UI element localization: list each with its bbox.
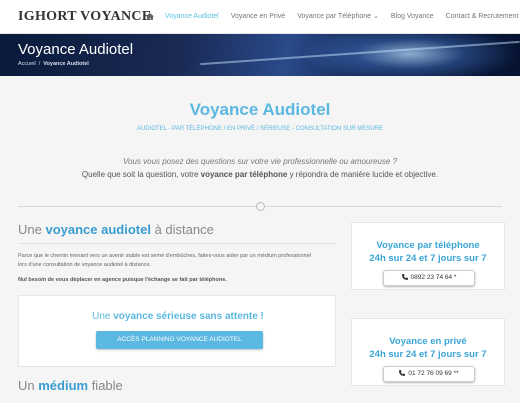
phone-icon	[399, 370, 406, 377]
planning-button[interactable]: ACCÈS PLANNING VOYANCE AUDIOTEL	[96, 331, 263, 349]
section-heading: Une voyance audiotel à distance	[18, 222, 336, 237]
divider-circle-icon	[256, 202, 265, 211]
audiotel-section: Une voyance audiotel à distance Parce qu…	[18, 222, 336, 283]
section-heading-pre: Une	[18, 222, 46, 237]
phone-card-hours: 24h sur 24 et 7 jours sur 7	[369, 253, 487, 264]
cta-title: Une voyance sérieuse sans attente !	[19, 311, 337, 322]
phone-number-button[interactable]: 0892 23 74 64 *	[383, 270, 475, 286]
intro-question: Vous vous posez des questions sur votre …	[122, 157, 398, 166]
page-title: Voyance Audiotel	[18, 41, 134, 58]
phone-card-title-line: Voyance par téléphone	[376, 240, 480, 251]
breadcrumb: Accueil / Voyance Audiotel	[18, 61, 89, 67]
private-card: Voyance en privé 24h sur 24 et 7 jours su…	[351, 318, 505, 386]
intro-answer: Quelle que soit la question, votre voyan…	[0, 170, 520, 179]
home-icon[interactable]	[146, 12, 154, 20]
heading-rule	[18, 243, 336, 244]
medium-heading: Un médium fiable	[18, 378, 123, 393]
phone-icon	[401, 274, 408, 281]
intro-answer-start: Quelle que soit la question, votre	[81, 170, 201, 179]
cta-box: Une voyance sérieuse sans attente ! ACCÈ…	[18, 295, 336, 367]
private-card-title-line: Voyance en privé	[389, 336, 467, 347]
nav-contact[interactable]: Contact & Recrutement	[446, 13, 519, 20]
breadcrumb-separator: /	[38, 61, 41, 67]
nav-blog-voyance[interactable]: Blog Voyance	[391, 13, 434, 20]
phone-number: 0892 23 74 64 *	[410, 274, 457, 281]
breadcrumb-current: Voyance Audiotel	[43, 61, 89, 67]
nav-voyance-telephone[interactable]: Voyance par Téléphone ⌄	[297, 12, 379, 20]
medium-heading-post: fiable	[88, 378, 123, 393]
nav-voyance-telephone-label: Voyance par Téléphone	[297, 13, 372, 20]
chevron-down-icon: ⌄	[372, 13, 379, 20]
medium-heading-bold: médium	[38, 378, 89, 393]
top-navbar: IGHORT VOYANCE Voyance Audiotel Voyance …	[0, 0, 520, 34]
phone-card-title: Voyance par téléphone 24h sur 24 et 7 jou…	[352, 239, 504, 265]
intro-answer-end: y répondra de manière lucide et objectiv…	[287, 170, 439, 179]
breadcrumb-home[interactable]: Accueil	[18, 61, 36, 67]
section-heading-post: à distance	[150, 222, 214, 237]
cta-title-bold: voyance sérieuse sans attente !	[113, 311, 264, 322]
intro-answer-bold: voyance par téléphone	[200, 170, 288, 179]
nav-voyance-audiotel[interactable]: Voyance Audiotel	[165, 13, 219, 20]
hero-banner: Voyance Audiotel Accueil / Voyance Audiote…	[0, 34, 520, 76]
site-logo[interactable]: IGHORT VOYANCE	[18, 9, 151, 25]
private-number-button[interactable]: 01 72 76 09 69 **	[383, 366, 475, 382]
section-paragraph: Parce que le chemin menant vers un aveni…	[18, 253, 312, 268]
medium-heading-pre: Un	[18, 378, 39, 393]
intro-subtitle: AUDIOTEL - PAR TÉLÉPHONE / EN PRIVÉ / SÉ…	[137, 126, 383, 132]
intro-title: Voyance Audiotel	[189, 100, 331, 119]
cta-title-pre: Une	[92, 311, 114, 322]
nav-voyance-prive[interactable]: Voyance en Privé	[231, 13, 285, 20]
phone-card: Voyance par téléphone 24h sur 24 et 7 jou…	[351, 222, 505, 290]
intro-section: Voyance Audiotel AUDIOTEL - PAR TÉLÉPHON…	[0, 76, 520, 206]
private-card-hours: 24h sur 24 et 7 jours sur 7	[369, 349, 487, 360]
private-card-title: Voyance en privé 24h sur 24 et 7 jours su…	[352, 335, 504, 361]
private-number: 01 72 76 09 69 **	[408, 370, 459, 377]
section-bold-line: Nul besoin de vous déplacer en agence pu…	[18, 277, 227, 283]
main-nav: Voyance Audiotel Voyance en Privé Voyanc…	[146, 12, 520, 20]
section-heading-bold: voyance audiotel	[45, 222, 151, 237]
